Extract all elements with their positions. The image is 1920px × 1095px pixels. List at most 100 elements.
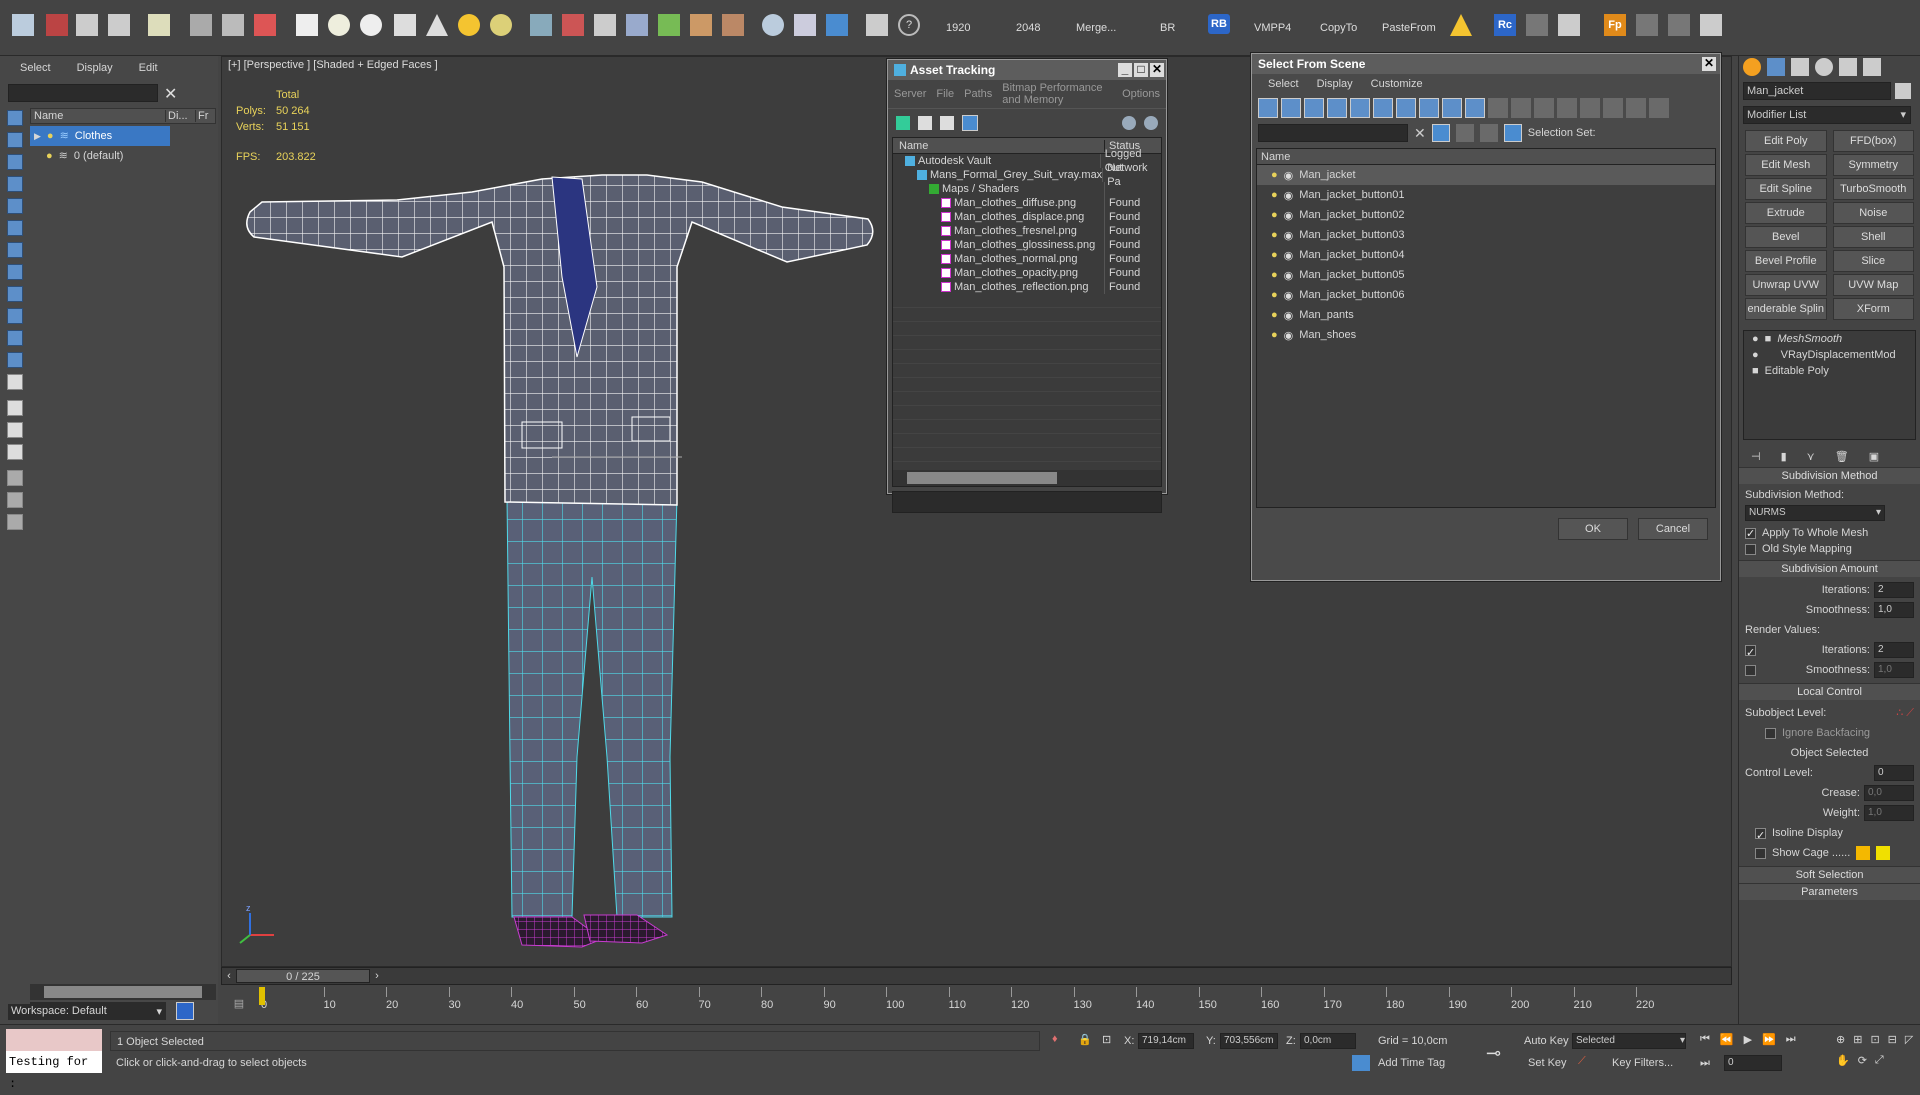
- explorer-hscrollbar[interactable]: [30, 984, 216, 1000]
- export-icon[interactable]: [866, 14, 888, 36]
- filter-lights-icon[interactable]: [1304, 98, 1324, 118]
- display-bones-icon[interactable]: [7, 308, 23, 324]
- warning-icon[interactable]: [1450, 14, 1472, 36]
- tree-view-icon[interactable]: [940, 116, 954, 130]
- col-name-header[interactable]: Name: [893, 139, 1105, 152]
- filter-invert-icon[interactable]: [1580, 98, 1600, 118]
- asset-row[interactable]: Man_clothes_normal.png Found: [893, 252, 1161, 266]
- filter-xrefs-icon[interactable]: [1419, 98, 1439, 118]
- stack-item-meshsmooth[interactable]: ● ■ MeshSmooth: [1744, 331, 1915, 347]
- menu-options[interactable]: Options: [1122, 88, 1160, 100]
- tools-icon[interactable]: [562, 14, 584, 36]
- help-icon[interactable]: [1122, 116, 1136, 130]
- track-bar-toggle-icon[interactable]: ▤: [221, 997, 257, 1010]
- maximize-viewport-icon[interactable]: ⤢: [1875, 1054, 1884, 1067]
- pan-icon[interactable]: ✋: [1836, 1054, 1850, 1067]
- workspace-dropdown[interactable]: Workspace: Default ▾: [8, 1002, 166, 1020]
- particle-icon[interactable]: [530, 14, 552, 36]
- cone-icon[interactable]: [426, 14, 448, 36]
- modifier-button[interactable]: Unwrap UVW: [1745, 274, 1827, 296]
- filter-options-icon[interactable]: [1603, 98, 1623, 118]
- explorer-menu-display[interactable]: Display: [77, 62, 113, 74]
- cage-color-2-swatch[interactable]: [1876, 846, 1891, 860]
- explorer-menu-edit[interactable]: Edit: [139, 62, 158, 74]
- menu-display[interactable]: Display: [1317, 78, 1353, 90]
- display-containers-icon[interactable]: [7, 330, 23, 346]
- wrench-icon[interactable]: [1668, 14, 1690, 36]
- modifier-button[interactable]: TurboSmooth: [1832, 178, 1914, 200]
- modifier-stack[interactable]: ● ■ MeshSmooth ● VRayDisplacementMod ■ Edita…: [1743, 330, 1916, 440]
- pin-stack-icon[interactable]: ⊣: [1751, 450, 1761, 463]
- layer-stack-icon[interactable]: [1479, 124, 1498, 142]
- lightbulb-icon[interactable]: ●: [1271, 209, 1278, 221]
- pants-mesh[interactable]: [506, 496, 678, 918]
- filter-none-icon[interactable]: [1557, 98, 1577, 118]
- tool-br[interactable]: BR: [1160, 22, 1175, 34]
- modifier-button[interactable]: Noise: [1832, 202, 1914, 224]
- current-frame-field[interactable]: 0: [1724, 1055, 1782, 1071]
- show-cage-checkbox[interactable]: [1755, 847, 1766, 859]
- find-case-icon[interactable]: [1431, 124, 1450, 142]
- make-unique-icon[interactable]: ⋎: [1807, 450, 1815, 463]
- next-frame-arrow-icon[interactable]: ›: [370, 970, 384, 982]
- key-mode-icon[interactable]: ⊸: [1486, 1043, 1501, 1064]
- isolate-icon[interactable]: ♦: [1052, 1033, 1058, 1045]
- render-iterations-spinner[interactable]: 2: [1874, 642, 1914, 658]
- display-shapes-icon[interactable]: [7, 154, 23, 170]
- asset-row[interactable]: Man_clothes_displace.png Found: [893, 210, 1161, 224]
- display-hidden-icon[interactable]: [7, 374, 23, 390]
- lightbulb-icon[interactable]: ●: [1271, 269, 1278, 281]
- hierarchy-tab-icon[interactable]: [1791, 58, 1809, 76]
- utilities-tab-icon[interactable]: [1863, 58, 1881, 76]
- table-view-icon[interactable]: [962, 115, 978, 131]
- expand-arrow-icon[interactable]: ▶: [34, 126, 41, 146]
- modifier-button[interactable]: Edit Spline: [1745, 178, 1827, 200]
- asset-row[interactable]: Man_clothes_opacity.png Found: [893, 266, 1161, 280]
- soft-selection-rollout[interactable]: Soft Selection: [1739, 866, 1920, 883]
- modifier-button[interactable]: Slice: [1832, 250, 1914, 272]
- asset-row[interactable]: Man_clothes_fresnel.png Found: [893, 224, 1161, 238]
- hair-icon[interactable]: [722, 14, 744, 36]
- scene-item[interactable]: ● ◉ Man_jacket_button02: [1257, 205, 1715, 225]
- modifier-button[interactable]: Edit Poly: [1745, 130, 1827, 152]
- maxscript-listener-input[interactable]: Testing for :: [6, 1051, 102, 1091]
- old-style-mapping-checkbox[interactable]: [1745, 543, 1756, 555]
- next-key-icon[interactable]: ⏩: [1762, 1033, 1776, 1046]
- select-from-scene-titlebar[interactable]: Select From Scene ✕: [1252, 54, 1720, 74]
- modifier-button[interactable]: Edit Mesh: [1745, 154, 1827, 176]
- goto-start-icon[interactable]: ⏮: [1700, 1033, 1710, 1046]
- cross-tools-icon[interactable]: [1526, 14, 1548, 36]
- close-icon[interactable]: ✕: [1150, 63, 1164, 77]
- weight-spinner[interactable]: 1,0: [1864, 805, 1914, 821]
- help-icon[interactable]: ?: [898, 14, 920, 36]
- filter-cameras-icon[interactable]: [1327, 98, 1347, 118]
- filter-frozen-icon[interactable]: [1488, 98, 1508, 118]
- fur-icon[interactable]: [690, 14, 712, 36]
- filter-spacewarps-icon[interactable]: [1373, 98, 1393, 118]
- ignore-backfacing-checkbox[interactable]: [1765, 727, 1776, 739]
- scene-item[interactable]: ● ◉ Man_pants: [1257, 305, 1715, 325]
- crease-spinner[interactable]: 0,0: [1864, 785, 1914, 801]
- filter-helpers-icon[interactable]: [1350, 98, 1370, 118]
- add-time-tag-button[interactable]: Add Time Tag: [1378, 1057, 1445, 1069]
- set-key-icon[interactable]: ⟋: [1578, 1055, 1586, 1068]
- settings-icon[interactable]: [1144, 116, 1158, 130]
- asset-path-field[interactable]: [892, 491, 1162, 513]
- subdivision-method-rollout[interactable]: Subdivision Method: [1739, 467, 1920, 484]
- scene-item[interactable]: ● ◉ Man_shoes: [1257, 325, 1715, 345]
- time-slider-thumb[interactable]: 0 / 225: [236, 969, 370, 983]
- modifier-button[interactable]: Bevel Profile: [1745, 250, 1827, 272]
- filter-hidden-icon[interactable]: [1511, 98, 1531, 118]
- right-shoe-mesh[interactable]: [583, 914, 669, 944]
- explorer-layer-toggle-icon[interactable]: [176, 1002, 194, 1020]
- zoom-extents-all-icon[interactable]: ⊟: [1888, 1033, 1897, 1046]
- modifier-button[interactable]: FFD(box): [1832, 130, 1914, 152]
- cage-color-1-swatch[interactable]: [1856, 846, 1871, 860]
- lightbulb-icon[interactable]: ●: [1271, 329, 1278, 341]
- lightbulb-icon[interactable]: ●: [47, 126, 54, 146]
- current-frame-marker[interactable]: [259, 987, 265, 1005]
- rc-icon[interactable]: Rc: [1494, 14, 1516, 36]
- filter-options-icon[interactable]: [7, 492, 23, 508]
- collapse-icon[interactable]: [7, 514, 23, 530]
- cross-tools-2-icon[interactable]: [1636, 14, 1658, 36]
